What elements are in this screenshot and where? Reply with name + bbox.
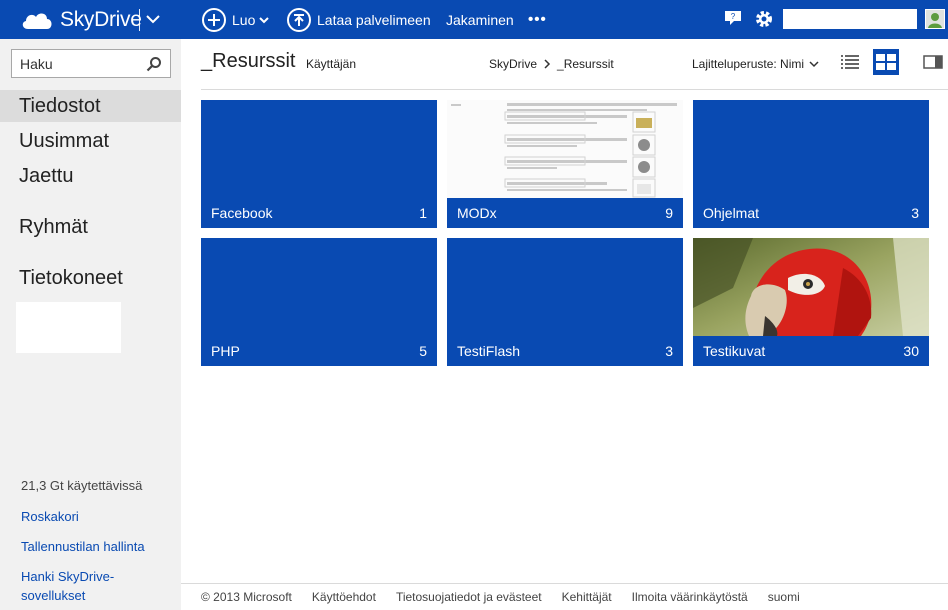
top-search-input[interactable] (783, 9, 917, 29)
nav-recent-label: Uusimmat (19, 130, 110, 152)
tile-count: 1 (419, 205, 427, 221)
chevron-down-icon[interactable] (145, 11, 161, 27)
brand-name: SkyDrive (60, 8, 142, 31)
header-divider (201, 89, 948, 90)
folder-tile-testiflash[interactable]: TestiFlash 3 (447, 238, 683, 366)
pc-list-placeholder (16, 302, 121, 353)
logo-divider (139, 9, 140, 31)
recycle-bin-link[interactable]: Roskakori (21, 507, 79, 526)
cloud-logo-icon (22, 13, 52, 29)
tile-count: 3 (665, 343, 673, 359)
tile-count: 9 (665, 205, 673, 221)
nav-recent[interactable]: Uusimmat (0, 125, 181, 157)
top-bar: SkyDrive Luo Lataa palvelimeen Jakaminen… (0, 0, 948, 39)
folder-tile-modx[interactable]: MODx 9 (447, 100, 683, 228)
folder-thumbnail (447, 100, 683, 198)
sidebar-search (11, 49, 171, 78)
get-apps-link[interactable]: Hanki SkyDrive-sovellukset (21, 567, 131, 605)
tile-count: 3 (911, 205, 919, 221)
tile-name: Ohjelmat (703, 205, 760, 221)
tiles-view-button[interactable] (873, 49, 899, 75)
nav-groups-label: Ryhmät (19, 216, 88, 238)
details-pane-button[interactable] (920, 49, 946, 75)
create-label: Luo (232, 11, 256, 28)
plus-circle-icon (202, 7, 226, 32)
more-button[interactable]: ••• (528, 0, 547, 39)
terms-link[interactable]: Käyttöehdot (312, 590, 376, 604)
breadcrumb: SkyDrive _Resurssit (489, 57, 614, 71)
folder-tile-php[interactable]: PHP 5 (201, 238, 437, 366)
list-view-icon (841, 55, 859, 69)
report-abuse-link[interactable]: Ilmoita väärinkäytöstä (632, 590, 748, 604)
tile-name: PHP (211, 343, 240, 359)
nav-pcs[interactable]: Tietokoneet (0, 262, 181, 294)
skydrive-logo[interactable]: SkyDrive (20, 8, 142, 32)
folder-tile-facebook[interactable]: Facebook 1 (201, 100, 437, 228)
sort-dropdown[interactable]: Lajitteluperuste: Nimi (692, 57, 820, 71)
nav-files[interactable]: Tiedostot (0, 90, 181, 122)
search-icon[interactable] (146, 56, 162, 72)
breadcrumb-root[interactable]: SkyDrive (489, 57, 537, 71)
share-label: Jakaminen (446, 11, 514, 28)
nav-shared-label: Jaettu (19, 165, 74, 187)
svg-text:?: ? (731, 12, 736, 21)
parrot-thumbnail (693, 238, 929, 336)
nav-files-label: Tiedostot (19, 95, 101, 117)
tile-name: MODx (457, 205, 497, 221)
search-input[interactable] (12, 50, 140, 77)
folder-tile-testikuvat[interactable]: Testikuvat 30 (693, 238, 929, 366)
tile-name: Facebook (211, 205, 273, 221)
details-pane-icon (923, 55, 943, 69)
nav-shared[interactable]: Jaettu (0, 160, 181, 192)
upload-circle-icon (287, 7, 311, 32)
manage-storage-link[interactable]: Tallennustilan hallinta (21, 537, 145, 556)
page-title: _Resurssit (201, 50, 296, 72)
sort-label: Lajitteluperuste: Nimi (692, 57, 805, 71)
feedback-icon[interactable]: ? (724, 9, 742, 27)
create-button[interactable]: Luo (202, 0, 270, 39)
upload-label: Lataa palvelimeen (317, 11, 431, 28)
gear-icon[interactable] (754, 9, 774, 29)
copyright: © 2013 Microsoft (201, 590, 292, 604)
list-view-button[interactable] (837, 49, 863, 75)
language-link[interactable]: suomi (768, 590, 800, 604)
tile-count: 30 (903, 343, 919, 359)
nav-groups[interactable]: Ryhmät (0, 211, 181, 243)
avatar-icon[interactable] (925, 9, 945, 29)
chevron-down-icon (809, 61, 819, 68)
storage-quota: 21,3 Gt käytettävissä (21, 478, 143, 493)
folder-tile-ohjelmat[interactable]: Ohjelmat 3 (693, 100, 929, 228)
sidebar: Tiedostot Uusimmat Jaettu Ryhmät Tietoko… (0, 39, 181, 610)
more-label: ••• (528, 11, 547, 28)
breadcrumb-current: _Resurssit (557, 57, 614, 71)
developers-link[interactable]: Kehittäjät (562, 590, 612, 604)
nav-pcs-label: Tietokoneet (19, 267, 123, 289)
share-button[interactable]: Jakaminen (446, 0, 514, 39)
privacy-link[interactable]: Tietosuojatiedot ja evästeet (396, 590, 542, 604)
tile-name: Testikuvat (703, 343, 766, 359)
footer: © 2013 Microsoft Käyttöehdot Tietosuojat… (181, 583, 948, 610)
tiles-view-icon (876, 54, 896, 70)
tile-count: 5 (419, 343, 427, 359)
tile-name: TestiFlash (457, 343, 521, 359)
upload-button[interactable]: Lataa palvelimeen (287, 0, 431, 39)
owner-label[interactable]: Käyttäjän (306, 57, 356, 71)
chevron-down-icon (259, 16, 270, 23)
chevron-right-icon (544, 59, 551, 69)
